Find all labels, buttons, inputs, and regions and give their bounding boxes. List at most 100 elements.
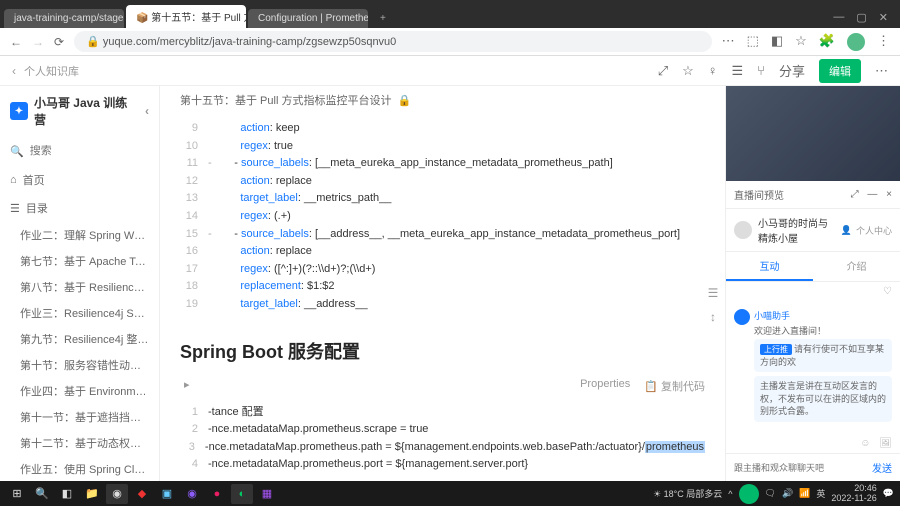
search-icon: 🔍: [10, 145, 24, 158]
reload-icon[interactable]: ⟳: [54, 35, 64, 49]
tray-icon[interactable]: 🗨: [765, 488, 776, 499]
toc-item[interactable]: 作业五：使用 Spring Cloud N...: [0, 456, 159, 481]
fork-icon[interactable]: ⑂: [757, 63, 765, 78]
lock-icon: 🔒: [397, 94, 411, 107]
toc-item[interactable]: 第七节：基于 Apache Tomcat...: [0, 248, 159, 274]
app-icon[interactable]: ◉: [181, 484, 203, 504]
app-icon[interactable]: ▣: [156, 484, 178, 504]
more-icon[interactable]: ☰: [732, 63, 744, 79]
avatar: [734, 309, 750, 325]
tab-intro[interactable]: 介绍: [813, 252, 900, 281]
url-input[interactable]: 🔒 yuque.com/mercyblitz/java-training-cam…: [74, 31, 712, 52]
tray-ime-icon[interactable]: 英: [816, 487, 825, 500]
expand-icon[interactable]: ⤢: [658, 63, 668, 79]
weather-widget[interactable]: ☀ 18°C 局部多云: [653, 487, 722, 500]
browser-tab[interactable]: java-training-camp/stage-1 a...: [4, 9, 124, 28]
app-icon[interactable]: ▦: [256, 484, 278, 504]
maximize-icon[interactable]: ▢: [856, 11, 866, 24]
search-icon[interactable]: 🔍: [31, 484, 53, 504]
nav-toc[interactable]: ☰目录: [0, 194, 159, 222]
expand-icon[interactable]: ⤢: [851, 189, 859, 200]
emoji-icon[interactable]: ☺: [860, 438, 870, 449]
send-button[interactable]: 发送: [872, 460, 892, 475]
document-content: 第十五节：基于 Pull 方式指标监控平台设计 🔒 9 action: keep…: [160, 86, 725, 481]
code-block-yaml[interactable]: 9 action: keep10 regex: true11- - source…: [180, 114, 705, 320]
webcam-video: [726, 86, 900, 181]
back-icon[interactable]: ←: [10, 35, 22, 49]
browser-tab[interactable]: 📦 第十五节：基于 Pull 方式指标...×: [126, 5, 246, 28]
extension-icon[interactable]: ◧: [771, 33, 783, 51]
avatar: [734, 221, 752, 239]
edit-button[interactable]: 编辑: [819, 59, 861, 83]
app-header: ‹ 个人知识库 ⤢ ☆ ♀ ☰ ⑂ 分享 编辑 ⋯: [0, 56, 900, 86]
toc-item[interactable]: 第十一节：基于遮挡挡的的优...: [0, 404, 159, 430]
tray-icon[interactable]: 🔊: [782, 488, 793, 499]
user-icon: 👤: [841, 225, 852, 236]
page-title: 第十五节：基于 Pull 方式指标监控平台设计: [180, 92, 391, 108]
task-view-icon[interactable]: ◧: [56, 484, 78, 504]
windows-taskbar: ⊞ 🔍 ◧ 📁 ◉ ◆ ▣ ◉ ● ◐ ▦ ☀ 18°C 局部多云 ^ 🗨 🔊 …: [0, 481, 900, 506]
forward-icon[interactable]: →: [32, 35, 44, 49]
explorer-icon[interactable]: 📁: [81, 484, 103, 504]
breadcrumb[interactable]: 个人知识库: [24, 63, 79, 79]
toc-item[interactable]: 第九节：Resilience4j 整合第三...: [0, 326, 159, 352]
qq-icon[interactable]: [739, 484, 759, 504]
nav-home[interactable]: ⌂首页: [0, 166, 159, 194]
sidebar: ✦ 小马哥 Java 训练营 ‹ 🔍 Ctrl J + ⌂首页 ☰目录 作业二：…: [0, 86, 160, 481]
share-link[interactable]: 分享: [779, 61, 805, 80]
toc-item[interactable]: 作业四：基于 EnvironmentCh...: [0, 378, 159, 404]
image-icon[interactable]: 🖼: [879, 438, 892, 449]
translate-icon[interactable]: ⋯: [722, 33, 735, 51]
notifications-icon[interactable]: 💬: [883, 488, 894, 499]
browser-tab[interactable]: Configuration | Prometheus: [248, 9, 368, 28]
bookmark-icon[interactable]: ☆: [795, 33, 807, 51]
star-icon[interactable]: ☆: [682, 63, 694, 79]
live-preview-panel: 直播间预览 ⤢ — × 小马哥的时尚与精炼小屋 👤个人中心 互动 介绍 ♡ 小喵…: [725, 86, 900, 481]
outline-icon[interactable]: ☰: [708, 286, 719, 300]
menu-icon[interactable]: ⋮: [877, 33, 890, 51]
minimize-icon[interactable]: —: [867, 189, 877, 200]
book-title[interactable]: ✦ 小马哥 Java 训练营 ‹: [0, 94, 159, 136]
tray-wifi-icon[interactable]: 📶: [799, 488, 810, 499]
toc-item[interactable]: 作业二：理解 Spring WebMV...: [0, 222, 159, 248]
tab-interact[interactable]: 互动: [726, 252, 813, 281]
user-icon[interactable]: ♀: [708, 63, 718, 78]
toc-item[interactable]: 第十节：服务容错性动态变更...: [0, 352, 159, 378]
new-tab-button[interactable]: +: [370, 9, 396, 28]
code-block-properties[interactable]: 1-tance 配置2-nce.metadataMap.prometheus.s…: [180, 398, 705, 480]
preview-user-row: 小马哥的时尚与精炼小屋 👤个人中心: [726, 209, 900, 252]
lang-label[interactable]: Properties: [580, 378, 630, 394]
book-icon: ✦: [10, 102, 28, 120]
back-icon[interactable]: ‹: [12, 64, 16, 78]
toc-item[interactable]: 作业三：Resilience4j Spring W...: [0, 300, 159, 326]
scroll-icon[interactable]: ↕: [710, 310, 716, 324]
clock[interactable]: 20:46 2022-11-26: [831, 484, 876, 504]
app-icon[interactable]: ●: [206, 484, 228, 504]
chat-body: 小喵助手 欢迎进入直播间！ 上行推请有行使可不如互享某方向的欢 主播发言是讲在互…: [726, 301, 900, 434]
collapse-icon[interactable]: ▸: [184, 378, 190, 394]
app-icon[interactable]: ◆: [131, 484, 153, 504]
minimize-icon[interactable]: —: [833, 11, 844, 24]
close-icon[interactable]: ×: [886, 189, 892, 200]
extension-icon[interactable]: ⬚: [747, 33, 759, 51]
copy-code-button[interactable]: 📋 复制代码: [644, 378, 705, 394]
start-icon[interactable]: ⊞: [6, 484, 28, 504]
more-menu-icon[interactable]: ⋯: [875, 63, 888, 79]
browser-tab-strip: java-training-camp/stage-1 a... 📦 第十五节：基…: [0, 0, 900, 28]
tray-icon[interactable]: ^: [728, 489, 732, 499]
close-icon[interactable]: ✕: [879, 11, 888, 24]
sidebar-search[interactable]: 🔍 Ctrl J +: [0, 136, 159, 166]
collapse-icon[interactable]: ‹: [145, 104, 149, 118]
heading-spring-boot: Spring Boot 服务配置: [180, 338, 705, 364]
toc-item[interactable]: 第八节：基于 Resilience4j 实...: [0, 274, 159, 300]
extensions-icon[interactable]: 🧩: [819, 33, 835, 51]
chat-input[interactable]: [734, 463, 866, 473]
toc-item[interactable]: 第十二节：基于动态权重的负...: [0, 430, 159, 456]
home-icon: ⌂: [10, 174, 17, 186]
heart-icon[interactable]: ♡: [883, 286, 892, 297]
profile-avatar[interactable]: [847, 33, 865, 51]
chrome-icon[interactable]: ◉: [106, 484, 128, 504]
preview-title: 直播间预览: [734, 187, 784, 202]
app-icon[interactable]: ◐: [231, 484, 253, 504]
list-icon: ☰: [10, 202, 20, 215]
